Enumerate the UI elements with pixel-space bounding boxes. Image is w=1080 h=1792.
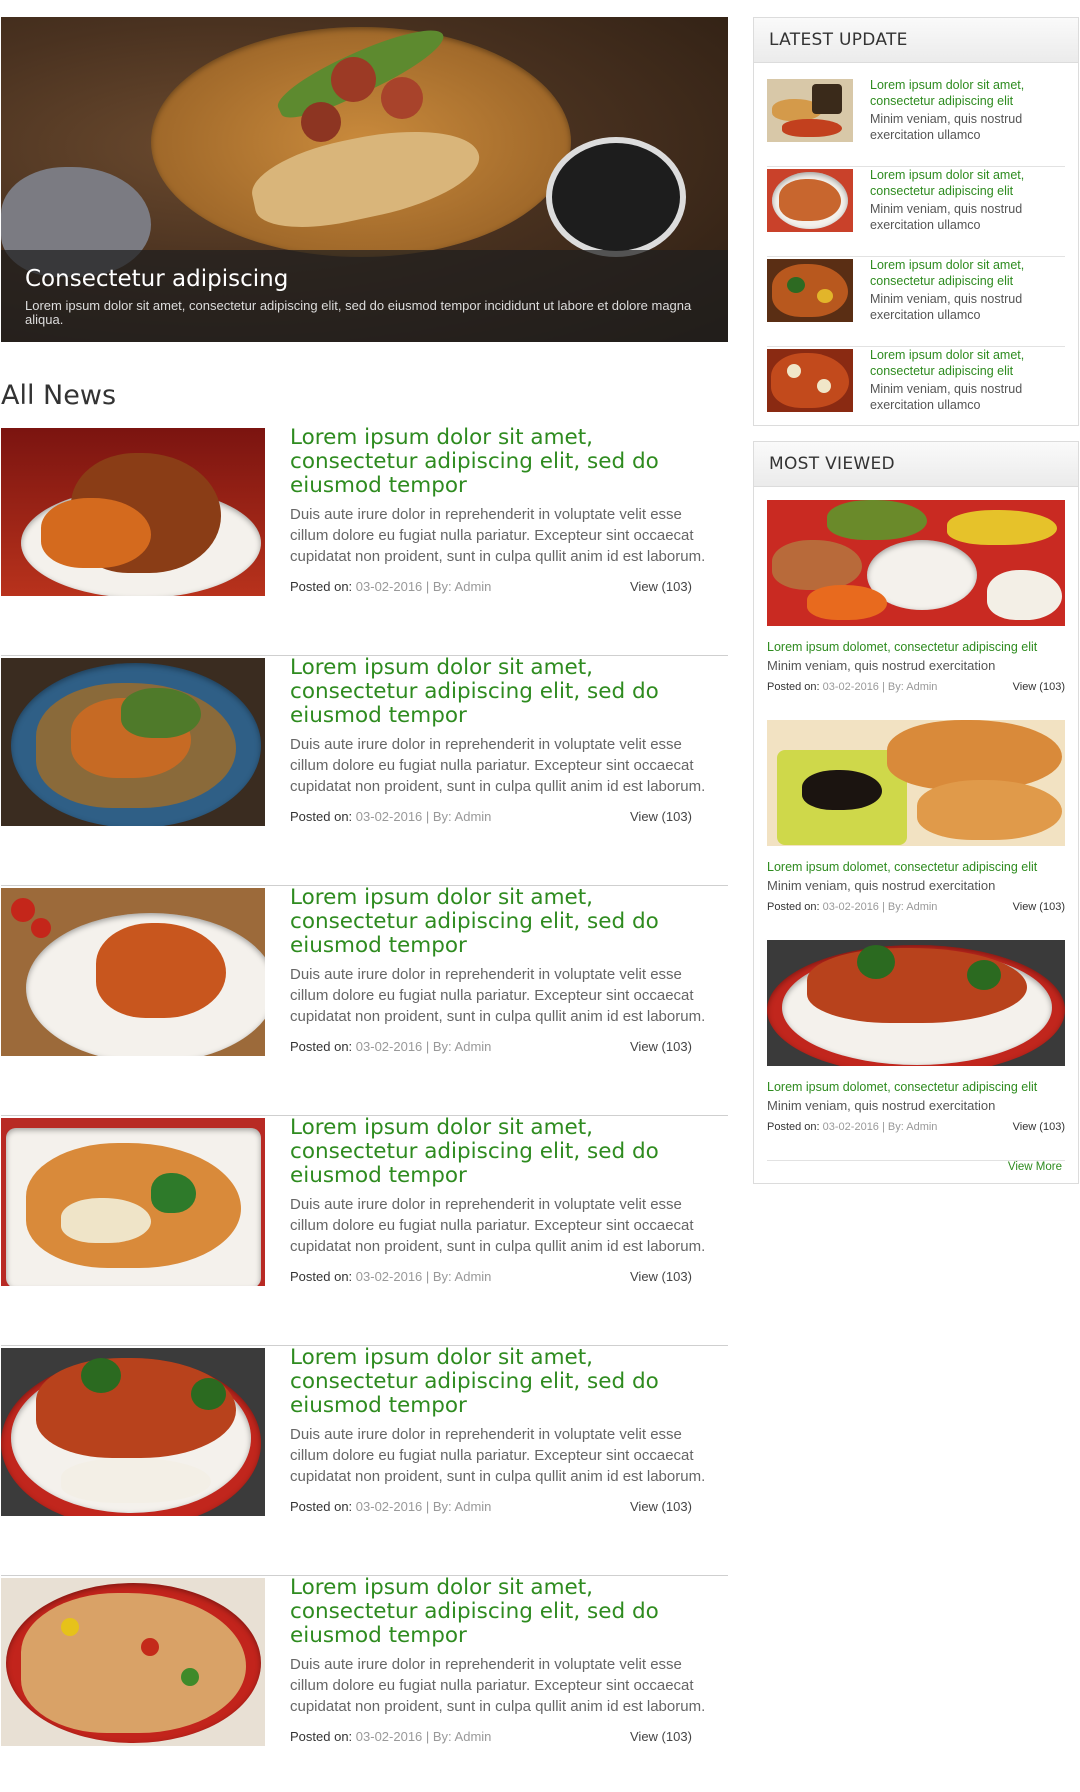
latest-item[interactable]: Lorem ipsum dolor sit amet, consectetur …	[767, 257, 1065, 347]
news-excerpt: Duis aute irure dolor in reprehenderit i…	[290, 506, 706, 565]
viewed-thumbnail[interactable]	[767, 940, 1065, 1066]
news-excerpt: Duis aute irure dolor in reprehenderit i…	[290, 966, 706, 1025]
posted-label: Posted on:	[767, 681, 823, 693]
news-item: Lorem ipsum dolor sit amet, consectetur …	[1, 1576, 728, 1792]
latest-title[interactable]: Lorem ipsum dolor sit amet, consectetur …	[870, 257, 1065, 289]
posted-label: Posted on:	[290, 1499, 356, 1514]
posted-date: 03-02-2016 | By: Admin	[355, 1039, 492, 1054]
news-meta: Posted on: 03-02-2016 | By: Admin View (…	[290, 1039, 720, 1055]
viewed-item[interactable]: Lorem ipsum dolomet, consectetur adipisc…	[767, 720, 1065, 941]
viewed-title[interactable]: Lorem ipsum dolomet, consectetur adipisc…	[767, 860, 1077, 874]
viewed-meta: Posted on: 03-02-2016 | By: Admin View (…	[767, 681, 1065, 693]
news-title[interactable]: Lorem ipsum dolor sit amet, consectetur …	[290, 1576, 720, 1648]
latest-title[interactable]: Lorem ipsum dolor sit amet, consectetur …	[870, 167, 1065, 199]
posted-date: 03-02-2016 | By: Admin	[355, 579, 492, 594]
latest-thumbnail[interactable]	[767, 169, 853, 232]
latest-text: Minim veniam, quis nostrud exercitation …	[870, 112, 1023, 142]
viewed-title[interactable]: Lorem ipsum dolomet, consectetur adipisc…	[767, 1080, 1077, 1094]
view-count: View (103)	[630, 1039, 692, 1054]
news-thumbnail[interactable]	[1, 888, 265, 1056]
posted-date: 03-02-2016 | By: Admin	[355, 1269, 492, 1284]
posted-date: 03-02-2016 | By: Admin	[822, 901, 938, 913]
posted-label: Posted on:	[767, 1121, 823, 1133]
latest-thumbnail[interactable]	[767, 349, 853, 412]
viewed-item[interactable]: Lorem ipsum dolomet, consectetur adipisc…	[767, 940, 1065, 1161]
latest-item[interactable]: Lorem ipsum dolor sit amet, consectetur …	[767, 167, 1065, 257]
news-thumbnail[interactable]	[1, 658, 265, 826]
news-item: Lorem ipsum dolor sit amet, consectetur …	[1, 1116, 728, 1346]
featured-text: Lorem ipsum dolor sit amet, consectetur …	[25, 298, 692, 327]
viewed-text: Minim veniam, quis nostrud exercitation	[767, 1098, 996, 1113]
view-count: View (103)	[1012, 681, 1065, 693]
news-meta: Posted on: 03-02-2016 | By: Admin View (…	[290, 1499, 720, 1515]
view-count: View (103)	[1012, 1121, 1065, 1133]
latest-thumbnail[interactable]	[767, 79, 853, 142]
news-thumbnail[interactable]	[1, 428, 265, 596]
posted-label: Posted on:	[290, 1039, 356, 1054]
news-excerpt: Duis aute irure dolor in reprehenderit i…	[290, 1656, 706, 1715]
news-title[interactable]: Lorem ipsum dolor sit amet, consectetur …	[290, 426, 720, 498]
news-meta: Posted on: 03-02-2016 | By: Admin View (…	[290, 1729, 720, 1745]
posted-label: Posted on:	[290, 1729, 356, 1744]
latest-text: Minim veniam, quis nostrud exercitation …	[870, 202, 1023, 232]
featured-title[interactable]: Consectetur adipiscing	[25, 264, 704, 294]
all-news-heading: All News	[1, 380, 117, 411]
viewed-thumbnail[interactable]	[767, 720, 1065, 846]
news-meta: Posted on: 03-02-2016 | By: Admin View (…	[290, 1269, 720, 1285]
most-viewed-widget: MOST VIEWED Lorem ipsum dolomet, consect…	[753, 441, 1079, 1184]
news-title[interactable]: Lorem ipsum dolor sit amet, consectetur …	[290, 1116, 720, 1188]
news-thumbnail[interactable]	[1, 1578, 265, 1746]
news-meta: Posted on: 03-02-2016 | By: Admin View (…	[290, 579, 720, 595]
viewed-thumbnail[interactable]	[767, 500, 1065, 626]
latest-thumbnail[interactable]	[767, 259, 853, 322]
most-viewed-heading: MOST VIEWED	[754, 442, 1078, 487]
view-count: View (103)	[630, 809, 692, 824]
view-count: View (103)	[630, 579, 692, 594]
view-count: View (103)	[630, 1269, 692, 1284]
latest-title[interactable]: Lorem ipsum dolor sit amet, consectetur …	[870, 77, 1065, 109]
news-list: Lorem ipsum dolor sit amet, consectetur …	[1, 426, 728, 1792]
featured-slide[interactable]: Consectetur adipiscing Lorem ipsum dolor…	[1, 17, 728, 342]
latest-item[interactable]: Lorem ipsum dolor sit amet, consectetur …	[767, 77, 1065, 167]
view-more-link[interactable]: View More	[1008, 1161, 1062, 1173]
latest-update-heading: LATEST UPDATE	[754, 18, 1078, 63]
news-item: Lorem ipsum dolor sit amet, consectetur …	[1, 886, 728, 1116]
viewed-item[interactable]: Lorem ipsum dolomet, consectetur adipisc…	[767, 500, 1065, 721]
news-item: Lorem ipsum dolor sit amet, consectetur …	[1, 656, 728, 886]
news-meta: Posted on: 03-02-2016 | By: Admin View (…	[290, 809, 720, 825]
posted-date: 03-02-2016 | By: Admin	[355, 809, 492, 824]
news-title[interactable]: Lorem ipsum dolor sit amet, consectetur …	[290, 886, 720, 958]
featured-caption: Consectetur adipiscing Lorem ipsum dolor…	[1, 250, 728, 342]
news-excerpt: Duis aute irure dolor in reprehenderit i…	[290, 1426, 706, 1485]
news-excerpt: Duis aute irure dolor in reprehenderit i…	[290, 1196, 706, 1255]
news-thumbnail[interactable]	[1, 1348, 265, 1516]
news-item: Lorem ipsum dolor sit amet, consectetur …	[1, 426, 728, 656]
latest-update-widget: LATEST UPDATE Lorem ipsum dolor sit amet…	[753, 17, 1079, 426]
news-title[interactable]: Lorem ipsum dolor sit amet, consectetur …	[290, 1346, 720, 1418]
posted-date: 03-02-2016 | By: Admin	[822, 681, 938, 693]
news-thumbnail[interactable]	[1, 1118, 265, 1286]
viewed-title[interactable]: Lorem ipsum dolomet, consectetur adipisc…	[767, 640, 1077, 654]
posted-date: 03-02-2016 | By: Admin	[355, 1499, 492, 1514]
view-count: View (103)	[630, 1729, 692, 1744]
latest-text: Minim veniam, quis nostrud exercitation …	[870, 382, 1023, 412]
viewed-text: Minim veniam, quis nostrud exercitation	[767, 878, 996, 893]
viewed-meta: Posted on: 03-02-2016 | By: Admin View (…	[767, 1121, 1065, 1133]
posted-label: Posted on:	[290, 1269, 356, 1284]
posted-label: Posted on:	[290, 809, 356, 824]
viewed-meta: Posted on: 03-02-2016 | By: Admin View (…	[767, 901, 1065, 913]
news-excerpt: Duis aute irure dolor in reprehenderit i…	[290, 736, 706, 795]
latest-text: Minim veniam, quis nostrud exercitation …	[870, 292, 1023, 322]
news-item: Lorem ipsum dolor sit amet, consectetur …	[1, 1346, 728, 1576]
news-title[interactable]: Lorem ipsum dolor sit amet, consectetur …	[290, 656, 720, 728]
latest-item[interactable]: Lorem ipsum dolor sit amet, consectetur …	[767, 347, 1065, 437]
view-count: View (103)	[1012, 901, 1065, 913]
posted-label: Posted on:	[290, 579, 356, 594]
latest-title[interactable]: Lorem ipsum dolor sit amet, consectetur …	[870, 347, 1065, 379]
posted-date: 03-02-2016 | By: Admin	[822, 1121, 938, 1133]
posted-date: 03-02-2016 | By: Admin	[355, 1729, 492, 1744]
posted-label: Posted on:	[767, 901, 823, 913]
view-count: View (103)	[630, 1499, 692, 1514]
viewed-text: Minim veniam, quis nostrud exercitation	[767, 658, 996, 673]
